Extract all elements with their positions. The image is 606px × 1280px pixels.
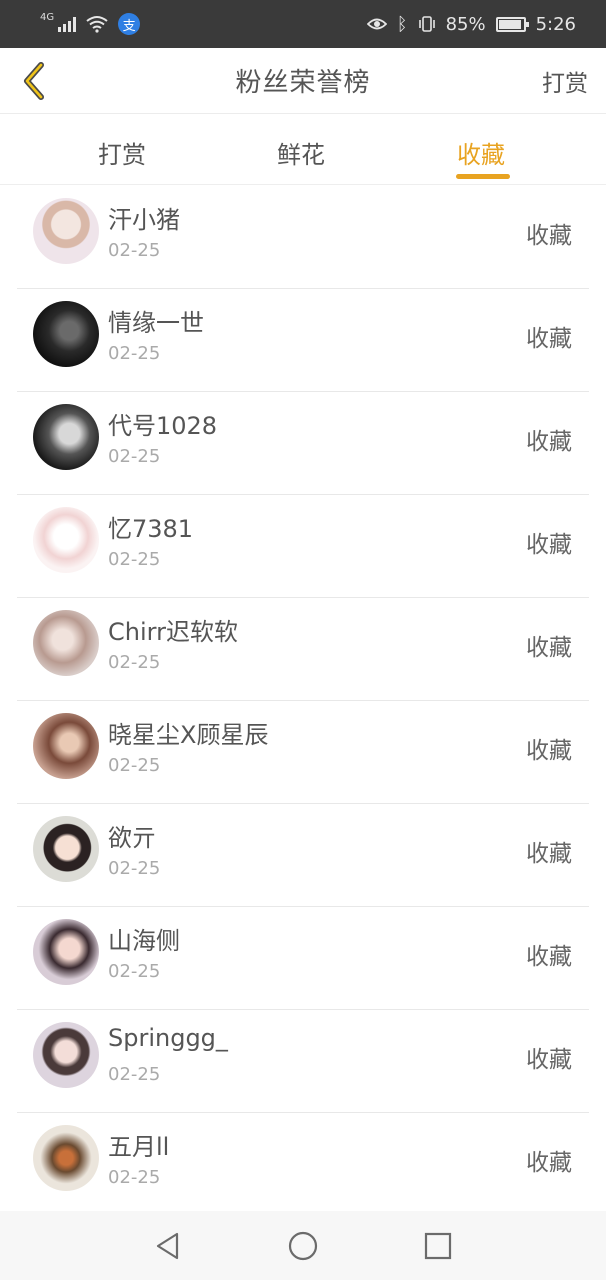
avatar — [33, 919, 99, 985]
avatar — [33, 610, 99, 676]
network-type: 4G — [40, 12, 55, 23]
eye-icon — [366, 18, 387, 30]
avatar — [33, 198, 99, 264]
nav-home-icon[interactable] — [286, 1229, 320, 1263]
wifi-icon — [86, 16, 108, 33]
active-tab-indicator — [456, 174, 510, 179]
fan-name: 欲亓 — [108, 824, 156, 852]
fan-date: 02-25 — [108, 961, 161, 982]
avatar — [33, 404, 99, 470]
app-header: 粉丝荣誉榜 打赏 — [0, 48, 606, 114]
status-bar-left: 4G 支 — [40, 12, 141, 35]
list-item[interactable]: 汗小猪 02-25 收藏 — [0, 186, 606, 289]
tab-bar: 打赏 鲜花 收藏 — [0, 115, 606, 185]
vibrate-icon — [418, 16, 435, 32]
fan-date: 02-25 — [108, 1064, 161, 1085]
list-item[interactable]: 晓星尘X顾星辰 02-25 收藏 — [0, 701, 606, 804]
bluetooth-icon: ᛒ — [396, 13, 408, 35]
fan-name: Chirr迟软软 — [108, 618, 238, 646]
fan-name: 忆7381 — [108, 515, 194, 543]
avatar — [33, 507, 99, 573]
fan-date: 02-25 — [108, 240, 161, 261]
action-label: 收藏 — [526, 738, 572, 764]
action-label: 收藏 — [526, 223, 572, 249]
list-item[interactable]: 山海侧 02-25 收藏 — [0, 907, 606, 1010]
avatar — [33, 301, 99, 367]
action-label: 收藏 — [526, 1150, 572, 1176]
action-label: 收藏 — [526, 635, 572, 661]
fan-name: 五月ll — [108, 1133, 170, 1161]
signal-icon — [58, 16, 77, 32]
list-item[interactable]: 五月ll 02-25 收藏 — [0, 1113, 606, 1216]
fan-date: 02-25 — [108, 1167, 161, 1188]
fan-date: 02-25 — [108, 652, 161, 673]
fan-name: 山海侧 — [108, 927, 180, 955]
alipay-icon: 支 — [118, 13, 141, 35]
nav-back-icon[interactable] — [151, 1229, 185, 1263]
tab-flowers[interactable]: 鲜花 — [277, 135, 325, 170]
list-item[interactable]: 情缘一世 02-25 收藏 — [0, 289, 606, 392]
list-item[interactable]: 代号1028 02-25 收藏 — [0, 392, 606, 495]
action-label: 收藏 — [526, 1047, 572, 1073]
fan-name: 情缘一世 — [108, 309, 204, 337]
nav-recent-apps-icon[interactable] — [421, 1229, 455, 1263]
status-bar: 4G 支 ᛒ 85% 5:26 — [0, 0, 606, 48]
back-button[interactable] — [14, 56, 54, 106]
avatar — [33, 713, 99, 779]
action-label: 收藏 — [526, 532, 572, 558]
status-bar-right: ᛒ 85% 5:26 — [366, 13, 576, 35]
fan-date: 02-25 — [108, 549, 161, 570]
list-item[interactable]: Springgg_ 02-25 收藏 — [0, 1010, 606, 1113]
avatar — [33, 1125, 99, 1191]
list-item[interactable]: Chirr迟软软 02-25 收藏 — [0, 598, 606, 701]
fan-name: 晓星尘X顾星辰 — [108, 721, 269, 749]
avatar — [33, 1022, 99, 1088]
fan-list: 汗小猪 02-25 收藏 情缘一世 02-25 收藏 代号1028 02-25 … — [0, 186, 606, 1216]
action-label: 收藏 — [526, 326, 572, 352]
action-label: 收藏 — [526, 429, 572, 455]
tab-favorites[interactable]: 收藏 — [457, 135, 505, 170]
action-label: 收藏 — [526, 841, 572, 867]
fan-date: 02-25 — [108, 343, 161, 364]
system-nav-bar — [0, 1211, 606, 1280]
list-item[interactable]: 忆7381 02-25 收藏 — [0, 495, 606, 598]
chevron-left-icon — [24, 62, 44, 100]
fan-name: 代号1028 — [108, 412, 218, 440]
reward-button[interactable]: 打赏 — [542, 64, 588, 98]
battery-percent: 85% — [445, 13, 486, 35]
avatar — [33, 816, 99, 882]
fan-name: 汗小猪 — [108, 206, 180, 234]
page-title: 粉丝荣誉榜 — [235, 68, 371, 98]
battery-icon — [495, 16, 529, 32]
tab-reward[interactable]: 打赏 — [98, 135, 146, 170]
clock: 5:26 — [535, 13, 576, 35]
fan-date: 02-25 — [108, 446, 161, 467]
fan-name: Springgg_ — [108, 1024, 228, 1052]
list-item[interactable]: 欲亓 02-25 收藏 — [0, 804, 606, 907]
fan-date: 02-25 — [108, 755, 161, 776]
fan-date: 02-25 — [108, 858, 161, 879]
action-label: 收藏 — [526, 944, 572, 970]
